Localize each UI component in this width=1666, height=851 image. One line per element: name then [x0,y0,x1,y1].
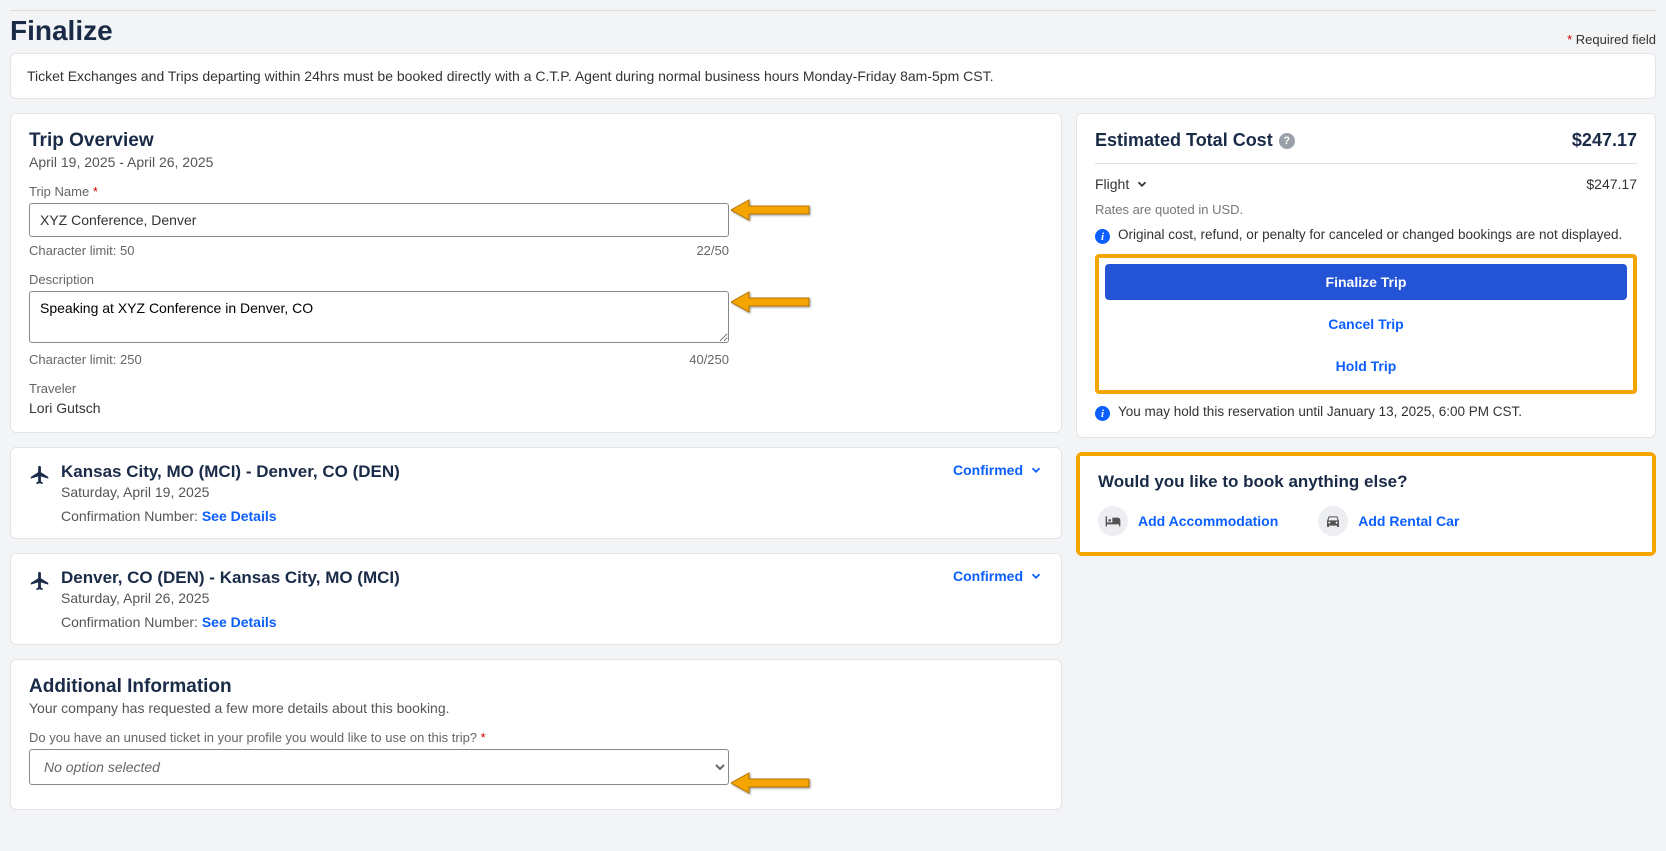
info-icon: i [1095,229,1110,244]
flight-date: Saturday, April 19, 2025 [61,484,400,500]
confirmation-label: Confirmation Number: [61,508,198,524]
penalty-note: Original cost, refund, or penalty for ca… [1118,227,1622,242]
flight-segment-card: Denver, CO (DEN) - Kansas City, MO (MCI)… [10,553,1062,645]
add-rental-car-button[interactable]: Add Rental Car [1318,506,1459,536]
finalize-trip-button[interactable]: Finalize Trip [1105,264,1627,300]
help-icon[interactable]: ? [1279,133,1295,149]
estimated-cost-title: Estimated Total Cost ? [1095,130,1295,151]
unused-ticket-select[interactable]: No option selected [29,749,729,785]
traveler-label: Traveler [29,381,1043,396]
chevron-down-icon [1029,463,1043,477]
info-icon: i [1095,406,1110,421]
book-more-highlight-box: Would you like to book anything else? Ad… [1076,452,1656,556]
description-label: Description [29,272,1043,287]
airplane-icon [29,570,51,592]
annotation-arrow-icon [731,290,811,314]
car-icon [1318,506,1348,536]
see-details-link[interactable]: See Details [202,614,277,630]
cost-line-toggle[interactable]: Flight [1095,176,1149,192]
trip-dates: April 19, 2025 - April 26, 2025 [29,154,1043,170]
trip-overview-card: Trip Overview April 19, 2025 - April 26,… [10,113,1062,433]
flight-status-toggle[interactable]: Confirmed [953,568,1043,584]
book-more-heading: Would you like to book anything else? [1098,472,1634,492]
required-field-hint: * Required field [1567,32,1656,47]
confirmation-label: Confirmation Number: [61,614,198,630]
annotation-arrow-icon [731,771,811,795]
cost-line-amount: $247.17 [1586,176,1637,192]
traveler-name: Lori Gutsch [29,400,1043,416]
description-char-limit: Character limit: 250 [29,352,142,367]
description-input[interactable]: Speaking at XYZ Conference in Denver, CO [29,291,729,343]
bed-icon [1098,506,1128,536]
flight-route: Kansas City, MO (MCI) - Denver, CO (DEN) [61,462,400,482]
trip-name-input[interactable] [29,203,729,237]
hold-trip-button[interactable]: Hold Trip [1105,348,1627,384]
currency-note: Rates are quoted in USD. [1095,202,1637,217]
unused-ticket-question: Do you have an unused ticket in your pro… [29,730,1043,745]
additional-info-heading: Additional Information [29,676,1043,698]
action-highlight-box: Finalize Trip Cancel Trip Hold Trip [1095,254,1637,394]
chevron-down-icon [1029,569,1043,583]
annotation-arrow-icon [731,198,811,222]
flight-segment-card: Kansas City, MO (MCI) - Denver, CO (DEN)… [10,447,1062,539]
flight-date: Saturday, April 26, 2025 [61,590,400,606]
trip-name-label: Trip Name * [29,184,1043,199]
estimated-cost-card: Estimated Total Cost ? $247.17 Flight $2… [1076,113,1656,438]
trip-overview-heading: Trip Overview [29,130,1043,152]
trip-name-char-count: 22/50 [696,243,729,258]
notice-banner: Ticket Exchanges and Trips departing wit… [10,53,1656,99]
estimated-cost-total: $247.17 [1572,130,1637,151]
flight-route: Denver, CO (DEN) - Kansas City, MO (MCI) [61,568,400,588]
hold-note: You may hold this reservation until Janu… [1118,404,1522,419]
description-char-count: 40/250 [689,352,729,367]
cancel-trip-button[interactable]: Cancel Trip [1105,306,1627,342]
chevron-down-icon [1135,177,1149,191]
add-accommodation-button[interactable]: Add Accommodation [1098,506,1278,536]
additional-info-card: Additional Information Your company has … [10,659,1062,810]
flight-status-toggle[interactable]: Confirmed [953,462,1043,478]
see-details-link[interactable]: See Details [202,508,277,524]
additional-info-subtext: Your company has requested a few more de… [29,700,1043,716]
trip-name-char-limit: Character limit: 50 [29,243,134,258]
page-title: Finalize [10,15,113,47]
airplane-icon [29,464,51,486]
